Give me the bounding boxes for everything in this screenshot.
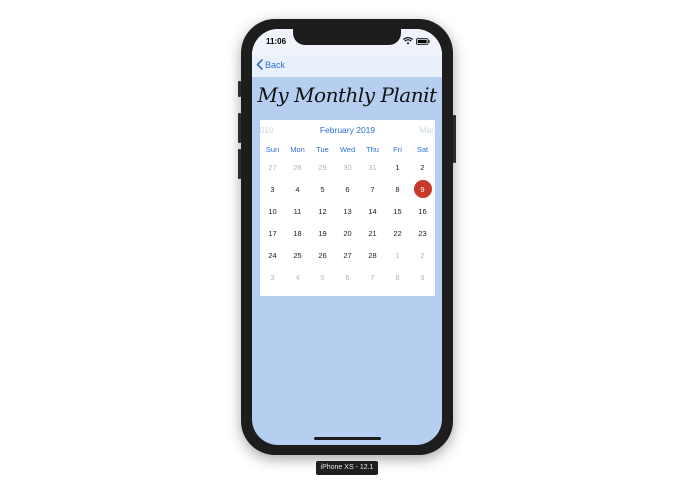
day-cell[interactable]: 30 — [335, 156, 360, 178]
week-row: 17 18 19 20 21 22 23 — [260, 222, 435, 244]
day-cell[interactable]: 1 — [385, 244, 410, 266]
calendar-grid: Sun Mon Tue Wed Thu Fri Sat 27 28 29 30 31 1 2 3 4 5 6 7 8… — [260, 144, 435, 288]
day-cell[interactable]: 4 — [285, 178, 310, 200]
weekday-label: Fri — [393, 145, 402, 154]
day-cell[interactable]: 1 — [385, 156, 410, 178]
day-cell[interactable]: 6 — [335, 266, 360, 288]
day-cell[interactable]: 27 — [260, 156, 285, 178]
day-cell[interactable]: 3 — [260, 178, 285, 200]
weekday-label: Mon — [290, 145, 305, 154]
device-frame: 11:06 Back My Monthly Planit 019 Februar… — [238, 19, 456, 455]
day-cell[interactable]: 4 — [285, 266, 310, 288]
day-cell[interactable]: 6 — [335, 178, 360, 200]
volume-down-button — [238, 149, 241, 179]
month-header: y 2019 February 2019 March — [260, 125, 435, 139]
day-cell[interactable]: 27 — [335, 244, 360, 266]
day-cell[interactable]: 10 — [260, 200, 285, 222]
day-cell[interactable]: 5 — [310, 178, 335, 200]
power-button — [453, 115, 456, 163]
day-cell[interactable]: 23 — [410, 222, 435, 244]
day-cell[interactable]: 12 — [310, 200, 335, 222]
week-row: 3456789 — [260, 178, 435, 200]
battery-icon — [416, 37, 430, 45]
selected-day-number: 9 — [413, 180, 432, 198]
silent-switch — [238, 81, 241, 97]
wifi-icon — [403, 37, 413, 45]
day-cell[interactable]: 28 — [285, 156, 310, 178]
day-cell[interactable]: 22 — [385, 222, 410, 244]
week-row: 3456789 — [260, 266, 435, 288]
back-label: Back — [265, 59, 286, 70]
day-cell[interactable]: 26 — [310, 244, 335, 266]
week-row: 27 28 29 30 31 1 2 — [260, 156, 435, 178]
current-month-label: February 2019 — [319, 125, 376, 135]
weekday-label: Tue — [316, 145, 329, 154]
day-cell[interactable]: 21 — [360, 222, 385, 244]
weekday-label: Wed — [339, 145, 356, 154]
day-cell[interactable]: 2 — [410, 244, 435, 266]
day-cell[interactable]: 2 — [410, 156, 435, 178]
day-cell[interactable]: 18 — [285, 222, 310, 244]
day-cell[interactable]: 16 — [410, 200, 435, 222]
day-cell[interactable]: 15 — [385, 200, 410, 222]
back-button[interactable]: Back — [256, 59, 285, 70]
selected-day-cell[interactable]: 9 — [410, 178, 435, 200]
day-cell[interactable]: 5 — [310, 266, 335, 288]
chevron-left-icon — [256, 59, 263, 70]
day-cell[interactable]: 14 — [360, 200, 385, 222]
day-cell[interactable]: 19 — [310, 222, 335, 244]
day-cell[interactable]: 8 — [385, 178, 410, 200]
day-cell[interactable]: 9 — [410, 266, 435, 288]
day-cell[interactable]: 28 — [360, 244, 385, 266]
page-title: My Monthly Planit — [257, 83, 437, 107]
day-cell[interactable]: 8 — [385, 266, 410, 288]
day-cell[interactable]: 31 — [360, 156, 385, 178]
day-cell[interactable]: 3 — [260, 266, 285, 288]
day-cell[interactable]: 13 — [335, 200, 360, 222]
volume-up-button — [238, 113, 241, 143]
week-row: 10 11 12 13 14 15 16 — [260, 200, 435, 222]
notch — [293, 29, 401, 45]
weekday-label: Thu — [366, 145, 379, 154]
device-label: iPhone XS - 12.1 — [316, 461, 378, 475]
home-indicator[interactable] — [314, 437, 381, 440]
navigation-bar: Back — [252, 55, 442, 77]
day-cell[interactable]: 7 — [360, 178, 385, 200]
screen: 11:06 Back My Monthly Planit 019 Februar… — [252, 29, 442, 445]
day-cell[interactable]: 17 — [260, 222, 285, 244]
status-bar: 11:06 — [252, 29, 442, 55]
weekday-label: Sun — [265, 145, 280, 154]
weekday-label: Sat — [416, 145, 429, 154]
status-time: 11:06 — [266, 37, 287, 46]
day-cell[interactable]: 29 — [310, 156, 335, 178]
day-cell[interactable]: 7 — [360, 266, 385, 288]
next-month-label[interactable]: March — [419, 125, 435, 135]
day-cell[interactable]: 11 — [285, 200, 310, 222]
calendar: y 2019 February 2019 March Sun Mon Tue Wed T… — [260, 120, 435, 296]
status-icons — [403, 37, 430, 45]
week-row: 24 25 26 27 28 1 2 — [260, 244, 435, 266]
weekday-header: Sun Mon Tue Wed Thu Fri Sat — [260, 144, 435, 156]
day-cell[interactable]: 24 — [260, 244, 285, 266]
day-cell[interactable]: 20 — [335, 222, 360, 244]
day-cell[interactable]: 25 — [285, 244, 310, 266]
